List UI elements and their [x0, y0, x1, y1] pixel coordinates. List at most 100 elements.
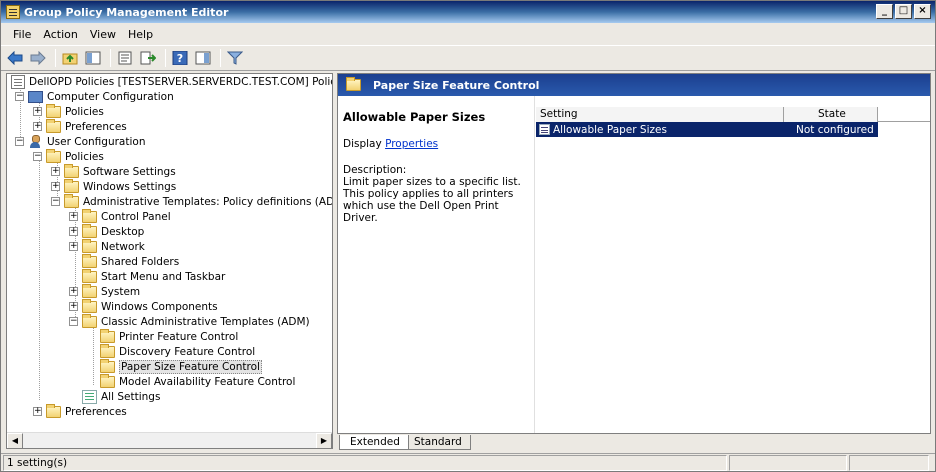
properties-link[interactable]: Properties	[385, 138, 438, 150]
computer-icon	[28, 90, 43, 103]
menu-file[interactable]: File	[7, 28, 37, 41]
tree-item-printer-feature[interactable]: Printer Feature Control	[100, 328, 239, 344]
show-hide-action-pane-icon[interactable]	[193, 48, 213, 68]
tree-item-computer-configuration[interactable]: Computer Configuration	[28, 89, 174, 104]
expand-icon[interactable]: +	[69, 287, 78, 296]
tree-label: System	[101, 285, 141, 298]
settings-list: Setting State Allowable Paper Sizes Not …	[536, 107, 930, 137]
tree-label-selected: Paper Size Feature Control	[119, 359, 262, 374]
expand-icon[interactable]: +	[69, 242, 78, 251]
close-button[interactable]: ×	[914, 4, 931, 19]
tree-pane: DellOPD Policies [TESTSERVER.SERVERDC.TE…	[6, 73, 333, 449]
tree-label: Shared Folders	[101, 255, 180, 268]
column-header-state[interactable]: State	[784, 107, 878, 122]
tree-label: Model Availability Feature Control	[119, 375, 296, 388]
folder-icon	[46, 148, 61, 163]
extended-description: Allowable Paper Sizes Display Properties…	[343, 110, 533, 234]
expand-icon[interactable]: +	[33, 107, 42, 116]
tree-item-control-panel[interactable]: Control Panel	[82, 208, 171, 224]
column-header-setting[interactable]: Setting	[536, 107, 784, 122]
folder-icon	[82, 208, 97, 223]
tree-label: Classic Administrative Templates (ADM)	[101, 315, 310, 328]
menu-bar: File Action View Help	[1, 24, 935, 44]
expand-icon[interactable]: +	[69, 227, 78, 236]
expand-icon[interactable]: +	[33, 407, 42, 416]
properties-icon[interactable]	[115, 48, 135, 68]
minimize-button[interactable]: _	[876, 4, 893, 19]
back-icon[interactable]	[5, 48, 25, 68]
collapse-icon[interactable]: −	[33, 152, 42, 161]
tree-item-model-availability[interactable]: Model Availability Feature Control	[100, 373, 296, 389]
toolbar-separator	[220, 49, 221, 67]
tree-label: Network	[101, 240, 145, 253]
tree-item-uc-preferences[interactable]: Preferences	[46, 403, 127, 419]
description-label: Description:	[343, 164, 407, 176]
svg-text:?: ?	[177, 52, 183, 65]
tree-label: Printer Feature Control	[119, 330, 239, 343]
tree-label: Computer Configuration	[47, 90, 174, 103]
help-icon[interactable]: ?	[170, 48, 190, 68]
list-header: Setting State	[536, 107, 930, 122]
details-header: Paper Size Feature Control	[338, 74, 930, 96]
scroll-right-arrow-icon[interactable]: ▶	[316, 433, 332, 448]
tree-root-label: DellOPD Policies [TESTSERVER.SERVERDC.TE…	[29, 75, 333, 88]
expand-icon[interactable]: +	[51, 167, 60, 176]
tree-label: User Configuration	[47, 135, 146, 148]
tree-label: Administrative Templates: Policy definit…	[83, 195, 332, 208]
tree-item-all-settings[interactable]: All Settings	[82, 389, 160, 404]
tree-item-discovery-feature[interactable]: Discovery Feature Control	[100, 343, 255, 359]
filter-icon[interactable]	[225, 48, 245, 68]
tree-item-windows-settings[interactable]: Windows Settings	[64, 178, 176, 194]
folder-icon	[82, 298, 97, 313]
tab-extended[interactable]: Extended	[339, 435, 409, 450]
tree-item-network[interactable]: Network	[82, 238, 145, 254]
show-hide-tree-icon[interactable]	[83, 48, 103, 68]
tree-item-uc-policies[interactable]: Policies	[46, 148, 104, 164]
export-list-icon[interactable]	[138, 48, 158, 68]
expand-icon[interactable]: +	[33, 122, 42, 131]
folder-icon	[100, 328, 115, 343]
console-tree: DellOPD Policies [TESTSERVER.SERVERDC.TE…	[7, 74, 332, 432]
folder-icon	[100, 343, 115, 358]
tree-item-software-settings[interactable]: Software Settings	[64, 163, 176, 179]
tree-item-windows-components[interactable]: Windows Components	[82, 298, 218, 314]
folder-icon	[82, 283, 97, 298]
tree-item-cc-policies[interactable]: Policies	[46, 103, 104, 119]
tree-label: Desktop	[101, 225, 145, 238]
tree-item-user-configuration[interactable]: User Configuration	[28, 134, 145, 149]
maximize-button[interactable]: □	[895, 4, 912, 19]
tree-item-classic-admin[interactable]: Classic Administrative Templates (ADM)	[82, 313, 310, 329]
forward-icon[interactable]	[28, 48, 48, 68]
table-row[interactable]: Allowable Paper Sizes Not configured	[536, 122, 878, 137]
horizontal-scrollbar[interactable]: ◀ ▶	[7, 432, 332, 448]
row-setting-label: Allowable Paper Sizes	[553, 123, 667, 136]
tree-item-desktop[interactable]: Desktop	[82, 223, 145, 239]
user-icon	[28, 135, 43, 148]
tab-standard[interactable]: Standard	[403, 435, 471, 450]
scroll-left-arrow-icon[interactable]: ◀	[7, 433, 23, 448]
collapse-icon[interactable]: −	[15, 92, 24, 101]
collapse-icon[interactable]: −	[15, 137, 24, 146]
collapse-icon[interactable]: −	[69, 317, 78, 326]
tree-item-admin-templates[interactable]: Administrative Templates: Policy definit…	[64, 193, 332, 209]
folder-icon	[82, 268, 97, 283]
tree-item-start-menu[interactable]: Start Menu and Taskbar	[82, 268, 225, 284]
tree-item-shared-folders[interactable]: Shared Folders	[82, 253, 180, 269]
tree-item-paper-size-feature[interactable]: Paper Size Feature Control	[100, 358, 262, 374]
expand-icon[interactable]: +	[69, 212, 78, 221]
folder-icon	[82, 253, 97, 268]
expand-icon[interactable]: +	[69, 302, 78, 311]
menu-help[interactable]: Help	[122, 28, 159, 41]
up-folder-icon[interactable]	[60, 48, 80, 68]
tree-item-cc-preferences[interactable]: Preferences	[46, 118, 127, 134]
expand-icon[interactable]: +	[51, 182, 60, 191]
tree-item-system[interactable]: System	[82, 283, 141, 299]
title-bar: Group Policy Management Editor _ □ ×	[1, 1, 935, 23]
all-settings-icon	[82, 389, 97, 404]
menu-action[interactable]: Action	[37, 28, 83, 41]
tree-root[interactable]: DellOPD Policies [TESTSERVER.SERVERDC.TE…	[11, 74, 333, 89]
menu-view[interactable]: View	[84, 28, 122, 41]
folder-icon	[82, 238, 97, 253]
tree-label: Control Panel	[101, 210, 171, 223]
collapse-icon[interactable]: −	[51, 197, 60, 206]
